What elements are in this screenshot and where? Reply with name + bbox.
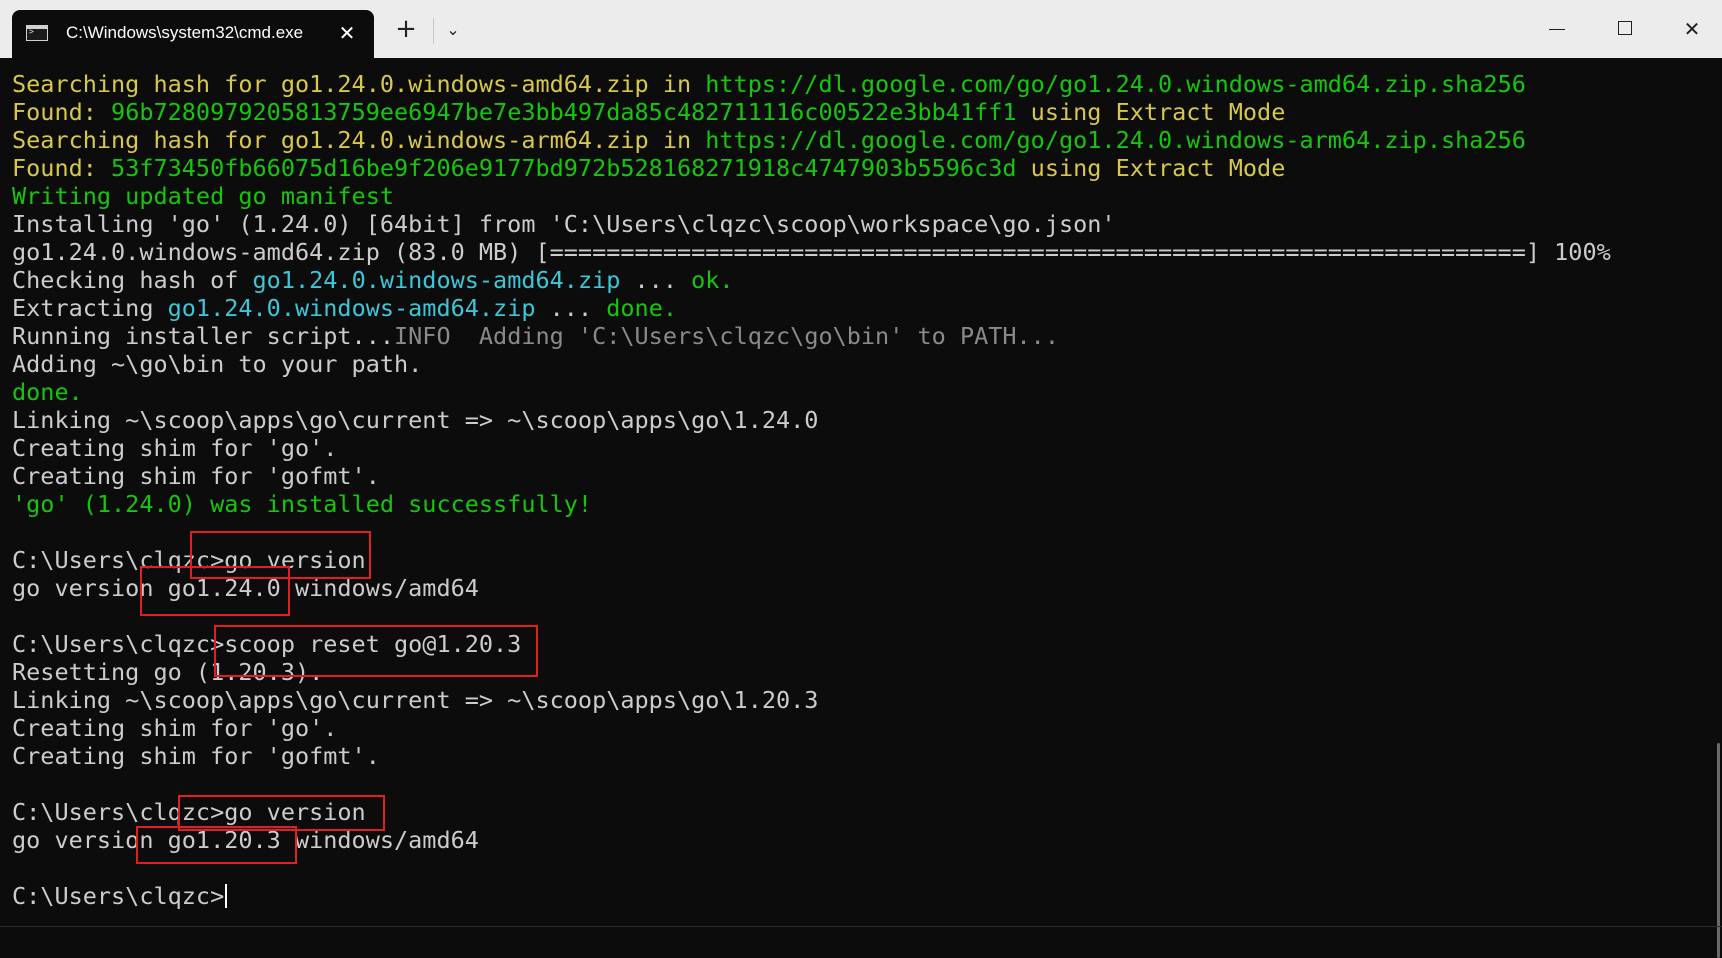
tab-cmd[interactable]: C:\Windows\system32\cmd.exe ✕ xyxy=(12,10,374,58)
minimize-icon xyxy=(1549,29,1565,30)
terminal-line: Creating shim for 'go'. xyxy=(12,434,1611,462)
terminal-text: ok. xyxy=(691,266,734,294)
maximize-button[interactable] xyxy=(1592,0,1660,58)
terminal-text: Found: xyxy=(12,154,112,182)
terminal-line: go1.24.0.windows-amd64.zip (83.0 MB) [==… xyxy=(12,238,1611,266)
terminal-text: Creating shim for 'gofmt'. xyxy=(12,462,380,490)
terminal-text: Writing updated go manifest xyxy=(12,182,395,210)
highlight-box-scoop-reset-command xyxy=(214,625,538,677)
terminal-text: go1.24.0.windows-amd64.zip (83.0 MB) [==… xyxy=(12,238,1611,266)
terminal-text: Found: xyxy=(12,98,112,126)
terminal-line: Searching hash for go1.24.0.windows-amd6… xyxy=(12,70,1611,98)
terminal-text: Installing 'go' (1.24.0) [64bit] from 'C… xyxy=(12,210,1116,238)
terminal-line: Writing updated go manifest xyxy=(12,182,1611,210)
text-cursor xyxy=(225,884,228,908)
terminal-text: 96b7280979205813759ee6947be7e3bb497da85c… xyxy=(111,98,1017,126)
terminal-line: Creating shim for 'gofmt'. xyxy=(12,462,1611,490)
tab-separator xyxy=(433,18,434,44)
tab-title: C:\Windows\system32\cmd.exe xyxy=(66,23,304,42)
close-icon: ✕ xyxy=(1683,17,1701,41)
terminal-text: Searching hash for go1.24.0.windows-arm6… xyxy=(12,126,706,154)
terminal-line: Running installer script...INFO Adding '… xyxy=(12,322,1611,350)
terminal-line: Found: 96b7280979205813759ee6947be7e3bb4… xyxy=(12,98,1611,126)
terminal-text: Checking hash of xyxy=(12,266,253,294)
terminal-line: Adding ~\go\bin to your path. xyxy=(12,350,1611,378)
terminal-line: 'go' (1.24.0) was installed successfully… xyxy=(12,490,1611,518)
highlight-box-version-output-1 xyxy=(140,566,290,616)
terminal-text: Linking ~\scoop\apps\go\current => ~\sco… xyxy=(12,406,819,434)
terminal-line: Creating shim for 'gofmt'. xyxy=(12,742,1611,770)
terminal-text: using Extract Mode xyxy=(1016,154,1286,182)
terminal-output[interactable]: Searching hash for go1.24.0.windows-amd6… xyxy=(0,58,1722,958)
terminal-text: https://dl.google.com/go/go1.24.0.window… xyxy=(705,126,1526,154)
new-tab-button[interactable]: + xyxy=(390,14,422,46)
terminal-lines: Searching hash for go1.24.0.windows-amd6… xyxy=(12,70,1611,910)
terminal-text: ... xyxy=(535,294,607,322)
highlight-box-version-output-2 xyxy=(136,826,297,864)
terminal-line: Creating shim for 'go'. xyxy=(12,714,1611,742)
terminal-line: Searching hash for go1.24.0.windows-arm6… xyxy=(12,126,1611,154)
terminal-line: C:\Users\clqzc> xyxy=(12,882,1611,910)
close-tab-icon[interactable]: ✕ xyxy=(332,18,362,48)
terminal-line: Linking ~\scoop\apps\go\current => ~\sco… xyxy=(12,686,1611,714)
terminal-text: C:\Users\clqzc> xyxy=(12,882,225,910)
terminal-text: Linking ~\scoop\apps\go\current => ~\sco… xyxy=(12,686,819,714)
terminal-text: go1.24.0.windows-amd64.zip xyxy=(167,294,536,322)
terminal-line: Installing 'go' (1.24.0) [64bit] from 'C… xyxy=(12,210,1611,238)
maximize-icon xyxy=(1618,21,1632,35)
terminal-text: Creating shim for 'gofmt'. xyxy=(12,742,380,770)
terminal-line: Linking ~\scoop\apps\go\current => ~\sco… xyxy=(12,406,1611,434)
terminal-text: done. xyxy=(606,294,677,322)
terminal-text: INFO Adding 'C:\Users\clqzc\go\bin' to P… xyxy=(394,322,1059,350)
terminal-text: go1.24.0.windows-amd64.zip xyxy=(252,266,621,294)
terminal-text: Adding ~\go\bin to your path. xyxy=(12,350,423,378)
terminal-text: using Extract Mode xyxy=(1016,98,1286,126)
terminal-text: Searching hash for go1.24.0.windows-amd6… xyxy=(12,70,706,98)
terminal-text: https://dl.google.com/go/go1.24.0.window… xyxy=(705,70,1526,98)
terminal-text: Running installer script... xyxy=(12,322,395,350)
terminal-line: Checking hash of go1.24.0.windows-amd64.… xyxy=(12,266,1611,294)
terminal-text: Creating shim for 'go'. xyxy=(12,434,338,462)
close-window-button[interactable]: ✕ xyxy=(1658,0,1722,58)
terminal-text: Creating shim for 'go'. xyxy=(12,714,338,742)
terminal-line: Found: 53f73450fb66075d16be9f206e9177bd9… xyxy=(12,154,1611,182)
minimize-button[interactable] xyxy=(1522,0,1590,58)
terminal-line: done. xyxy=(12,378,1611,406)
terminal-text: ... xyxy=(620,266,692,294)
terminal-text: Extracting xyxy=(12,294,168,322)
terminal-text: done. xyxy=(12,378,83,406)
terminal-line: Extracting go1.24.0.windows-amd64.zip ..… xyxy=(12,294,1611,322)
terminal-icon xyxy=(26,25,48,41)
terminal-text: 53f73450fb66075d16be9f206e9177bd972b5281… xyxy=(111,154,1017,182)
terminal-text: 'go' (1.24.0) was installed successfully… xyxy=(12,490,593,518)
title-bar: C:\Windows\system32\cmd.exe ✕ + ⌄ ✕ xyxy=(0,0,1722,58)
tab-dropdown-chevron-icon[interactable]: ⌄ xyxy=(438,14,468,46)
